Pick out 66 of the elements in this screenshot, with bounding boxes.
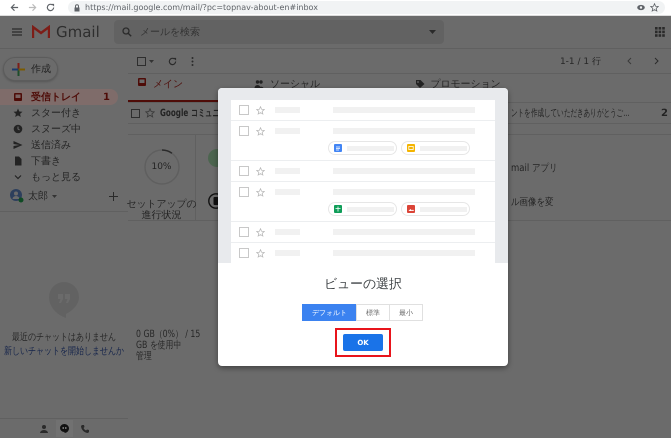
caret-icon[interactable] bbox=[429, 30, 436, 34]
people-icon bbox=[254, 79, 264, 89]
search-icon[interactable] bbox=[122, 27, 132, 37]
forward-icon[interactable] bbox=[28, 3, 37, 12]
star-icon[interactable] bbox=[145, 108, 155, 118]
logo-icon bbox=[32, 25, 50, 39]
inbox-icon bbox=[13, 92, 23, 102]
star-icon bbox=[256, 228, 265, 236]
previous-page-icon[interactable] bbox=[627, 57, 632, 65]
inbox-icon bbox=[137, 77, 147, 87]
category-tab[interactable]: プロモーション bbox=[414, 77, 500, 91]
add-icon[interactable] bbox=[109, 192, 118, 200]
star-icon bbox=[256, 248, 265, 258]
sidebar-item[interactable]: スヌーズ中 bbox=[0, 121, 118, 137]
eye-icon[interactable] bbox=[637, 4, 645, 11]
email-snippet: ントを作成していただきありがとうご... bbox=[511, 106, 630, 120]
caret-icon[interactable] bbox=[149, 60, 154, 62]
starred-icon bbox=[13, 108, 23, 118]
sidebar-item[interactable]: 下書き bbox=[0, 153, 118, 169]
caret-icon[interactable] bbox=[52, 194, 57, 198]
more-icon bbox=[13, 172, 23, 182]
page-range: 1-1 / 1 行 bbox=[560, 56, 601, 68]
manage-link[interactable]: 管理 bbox=[136, 351, 152, 362]
category-tab[interactable]: メイン bbox=[128, 77, 218, 102]
sidebar-item[interactable]: スター付き bbox=[0, 105, 118, 121]
more-icon[interactable] bbox=[191, 56, 194, 66]
refresh-icon[interactable] bbox=[168, 56, 177, 66]
sent-icon bbox=[13, 140, 23, 150]
card-title: ル画像を変 bbox=[511, 196, 554, 209]
back-icon[interactable] bbox=[10, 3, 19, 12]
address-field[interactable]: https://mail.google.com/mail/?pc=topnav-about-en#inbox bbox=[68, 1, 665, 14]
progress-reading: 10% bbox=[150, 161, 172, 174]
checkbox[interactable] bbox=[131, 108, 140, 118]
reload-icon[interactable] bbox=[46, 3, 55, 12]
star-icon bbox=[256, 188, 265, 196]
storage-usage: 0 GB（0%） / 15 GB を使用中 bbox=[136, 329, 202, 351]
star-icon bbox=[256, 106, 265, 114]
person-icon[interactable] bbox=[40, 424, 48, 432]
drafts-icon bbox=[13, 156, 23, 166]
phone-icon[interactable] bbox=[80, 424, 88, 432]
apps-grid-icon[interactable] bbox=[655, 27, 665, 37]
tag-icon bbox=[414, 79, 424, 89]
plus-icon bbox=[12, 62, 25, 76]
setup-caption: セットアップの進行状況 bbox=[126, 199, 197, 221]
select-all-checkbox[interactable] bbox=[137, 56, 146, 66]
lock-icon bbox=[74, 4, 80, 12]
card-title: mail アプリ bbox=[511, 162, 558, 175]
account-name[interactable]: 太郎 bbox=[28, 189, 48, 203]
sidebar-item[interactable]: もっと見る bbox=[0, 169, 118, 185]
app-name: Gmail bbox=[56, 23, 101, 41]
menu-icon[interactable] bbox=[12, 28, 22, 36]
hangouts-icon[interactable] bbox=[60, 424, 68, 433]
snoozed-icon bbox=[13, 124, 23, 134]
star-icon bbox=[256, 126, 265, 136]
next-page-icon[interactable] bbox=[654, 57, 659, 65]
email-date: 2 bbox=[661, 108, 668, 118]
star-icon[interactable] bbox=[650, 3, 659, 12]
star-icon bbox=[256, 166, 265, 176]
category-tab[interactable]: ソーシャル bbox=[254, 77, 320, 91]
compose-button[interactable]: 作成 bbox=[3, 57, 58, 81]
start-chat-link[interactable]: 新しいチャットを開始しませんか bbox=[4, 344, 124, 358]
sidebar-item[interactable]: 受信トレイ 1 bbox=[0, 89, 118, 105]
avatar-icon[interactable] bbox=[10, 189, 24, 203]
sidebar-item[interactable]: 送信済み bbox=[0, 137, 118, 153]
chat-empty-message: 最近のチャットはありません bbox=[12, 330, 116, 344]
dialog-title: ビューの選択 bbox=[324, 276, 402, 293]
